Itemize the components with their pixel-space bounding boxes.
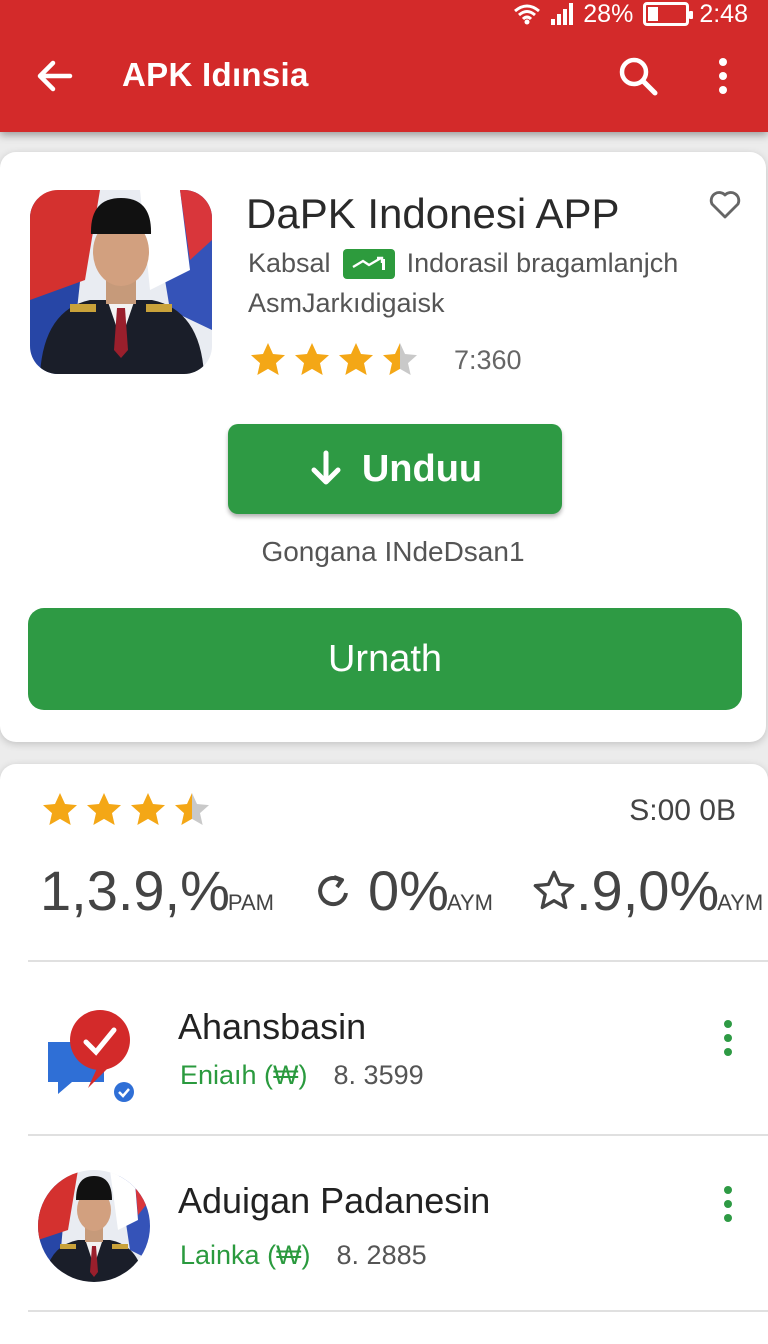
app-description: Indorasil bragamlanjch [406,248,679,278]
download-caption: Gongana INdeDsan1 [261,536,525,567]
list-item-title: Ahansbasin [178,1006,367,1047]
star-half-icon [172,790,212,830]
developer-name[interactable]: Kabsal [248,248,331,279]
stat-value: .9,0% [576,859,720,922]
wifi-icon [514,4,541,25]
star-outline-icon [533,870,575,909]
more-vert-icon[interactable] [706,54,740,98]
person-avatar-icon [38,1170,150,1282]
star-filled-icon [40,790,80,830]
star-filled-icon [128,790,168,830]
stat-reviews: .9,0% AYM [532,858,763,923]
app-size: S:00 0B [629,794,736,827]
app-icon[interactable] [30,190,212,374]
star-half-icon [380,340,420,380]
stats-rating-stars [40,790,212,830]
heart-icon[interactable] [708,190,742,220]
search-icon[interactable] [616,54,660,98]
list-item-meta: Eniaıh (₩) 8. 3599 [180,1060,424,1091]
list-item-meta: Lainka (₩) 8. 2885 [180,1240,427,1271]
stat-unit: PAM [227,890,274,915]
stat-value: 0% [368,859,449,922]
refresh-icon [318,874,348,906]
star-filled-icon [248,340,288,380]
battery-percent: 28% [583,0,634,28]
stat-updates: 0% AYM [312,858,493,923]
stat-value: 1,3.9,% [40,859,230,922]
stat-downloads: 1,3.9,% PAM [40,858,274,923]
list-item-count: 8. 3599 [333,1060,424,1090]
chat-check-icon [48,1010,137,1105]
more-vert-icon[interactable] [716,1018,740,1058]
app-name: DaPK Indonesi APP [246,190,620,237]
battery-icon [643,2,694,26]
clock: 2:48 [699,0,748,28]
rating-row: 7:360 [248,340,522,380]
list-item[interactable]: Aduigan Padanesin Lainka (₩) 8. 2885 [0,1136,768,1306]
editor-badge-icon [342,248,395,279]
app-meta: Kabsal Indorasil bragamlanjch [248,248,678,279]
app-category: AsmJarkıdigaisk [248,288,445,318]
more-vert-icon[interactable] [716,1184,740,1224]
list-item-developer: Lainka (₩) [180,1240,311,1270]
list-item-developer: Eniaıh (₩) [180,1060,308,1090]
list-item-title: Aduigan Padanesin [178,1180,491,1221]
download-arrow-icon [311,450,341,485]
stat-unit: AYM [446,890,493,915]
star-filled-icon [84,790,124,830]
star-filled-icon [336,340,376,380]
star-filled-icon [292,340,332,380]
list-item-count: 8. 2885 [336,1240,427,1270]
stats-card: S:00 0B 1,3.9,% PAM 0% AYM .9,0% AYM Aha… [0,764,768,1344]
app-bar: 28% 2:48 APK Idınsia [0,0,768,132]
signal-icon [551,3,574,25]
back-arrow-icon[interactable] [32,54,76,98]
list-item[interactable]: Ahansbasin Eniaıh (₩) 8. 3599 [0,962,768,1132]
rating-stars [248,340,420,380]
rating-count: 7:360 [454,344,522,375]
download-label: Unduu [361,447,483,490]
app-detail-card: DaPK Indonesi APP Kabsal Indorasil braga… [0,152,766,742]
toolbar: APK Idınsia [0,42,768,112]
page-title: APK Idınsia [122,56,309,93]
download-button[interactable]: Unduu [228,424,562,514]
divider [28,1310,768,1312]
stats-row: 1,3.9,% PAM 0% AYM .9,0% AYM [0,858,768,928]
install-button[interactable]: Urnath [28,608,742,710]
status-bar: 28% 2:48 [513,0,748,28]
stat-unit: AYM [717,890,764,915]
